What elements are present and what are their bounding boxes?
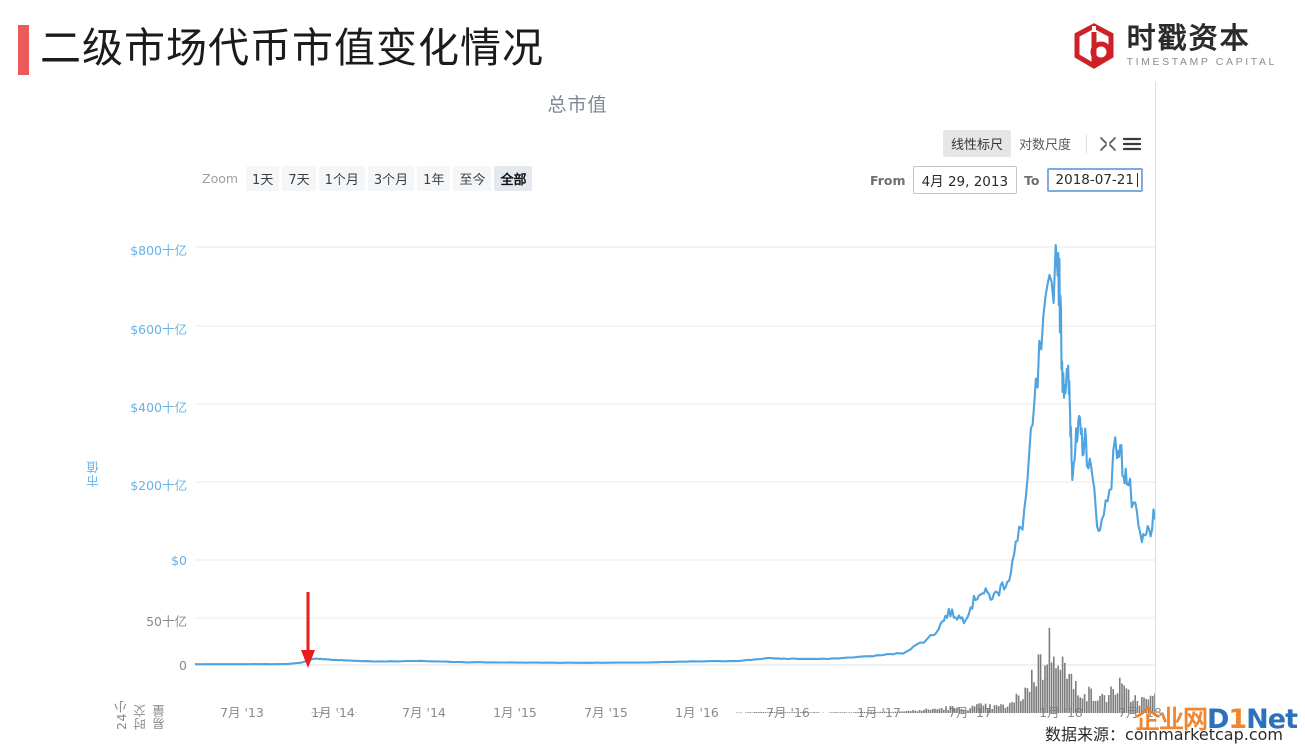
y-tick-vol-0: 0 xyxy=(179,658,187,673)
market-cap-line-series xyxy=(195,243,1155,666)
date-range-group: From 4月 29, 2013 To 2018-07-21 xyxy=(870,166,1143,194)
zoom-option-3m[interactable]: 3个月 xyxy=(367,166,415,191)
zoom-option-1d[interactable]: 1天 xyxy=(246,166,280,191)
y-axis-label-marketcap: 市值 xyxy=(86,460,101,487)
watermark-cn: 企业网 xyxy=(1134,705,1208,734)
gridlines xyxy=(195,246,1155,666)
scale-toggle-group: 线性标尺 对数尺度 xyxy=(942,130,1142,157)
collapse-arrows-icon[interactable] xyxy=(1098,135,1118,153)
range-controls-row: Zoom 1天 7天 1个月 3个月 1年 至今 全部 From 4月 29, … xyxy=(0,166,1155,194)
logo-name-en: TIMESTAMP CAPITAL xyxy=(1126,56,1277,68)
zoom-label: Zoom xyxy=(202,171,239,186)
y-tick-200: $200十亿 xyxy=(130,478,187,493)
zoom-button-group: Zoom 1天 7天 1个月 3个月 1年 至今 全部 xyxy=(202,166,533,191)
chart-canvas xyxy=(195,243,1155,713)
watermark-en: D1Net xyxy=(1206,704,1298,735)
y-tick-400: $400十亿 xyxy=(130,400,187,415)
zoom-option-all[interactable]: 全部 xyxy=(494,166,533,191)
chart-plot-area[interactable] xyxy=(195,200,1155,714)
annotation-arrow-red xyxy=(301,592,315,668)
slide-root: 二级市场代币市值变化情况 时戳资本 TIMESTAMP CAPITAL 总市值 … xyxy=(0,0,1305,751)
zoom-option-1y[interactable]: 1年 xyxy=(417,166,451,191)
logo-name-cn: 时戳资本 xyxy=(1126,21,1251,55)
d1net-watermark: 企业网 D1Net xyxy=(1134,704,1298,735)
y-tick-800: $800十亿 xyxy=(130,243,187,258)
logo-text-block: 时戳资本 TIMESTAMP CAPITAL xyxy=(1127,22,1277,70)
zoom-option-ytd[interactable]: 至今 xyxy=(453,166,492,191)
to-label: To xyxy=(1024,172,1040,188)
from-label: From xyxy=(870,172,906,188)
hamburger-menu-icon[interactable] xyxy=(1122,135,1142,153)
scale-linear-button[interactable]: 线性标尺 xyxy=(942,130,1011,157)
watermark-en-one: 1 xyxy=(1228,704,1247,735)
chart-screenshot-frame: 总市值 线性标尺 对数尺度 Zoom 1天 7天 1个月 3个月 1年 至今 全… xyxy=(0,82,1162,730)
y-axis-label-volume: 24小时交易量 xyxy=(114,700,167,730)
y-tick-vol-50: 50十亿 xyxy=(146,614,187,629)
header-divider xyxy=(1086,134,1087,153)
zoom-option-1m[interactable]: 1个月 xyxy=(318,166,365,191)
watermark-en-suffix: Net xyxy=(1246,704,1298,735)
zoom-option-7d[interactable]: 7天 xyxy=(282,166,316,191)
y-tick-600: $600十亿 xyxy=(130,322,187,337)
watermark-en-prefix: D xyxy=(1206,704,1229,735)
brand-logo: 时戳资本 TIMESTAMP CAPITAL xyxy=(1070,22,1277,70)
volume-bar-series xyxy=(311,627,1155,713)
timestamp-capital-logo-icon xyxy=(1074,23,1114,69)
from-date-input[interactable]: 4月 29, 2013 xyxy=(912,166,1018,194)
scale-log-button[interactable]: 对数尺度 xyxy=(1011,130,1079,157)
to-date-input[interactable]: 2018-07-21 xyxy=(1046,168,1143,192)
chart-title: 总市值 xyxy=(547,94,608,116)
title-accent-bar xyxy=(18,25,29,75)
page-title: 二级市场代币市值变化情况 xyxy=(40,24,544,72)
y-tick-0: $0 xyxy=(171,553,187,568)
